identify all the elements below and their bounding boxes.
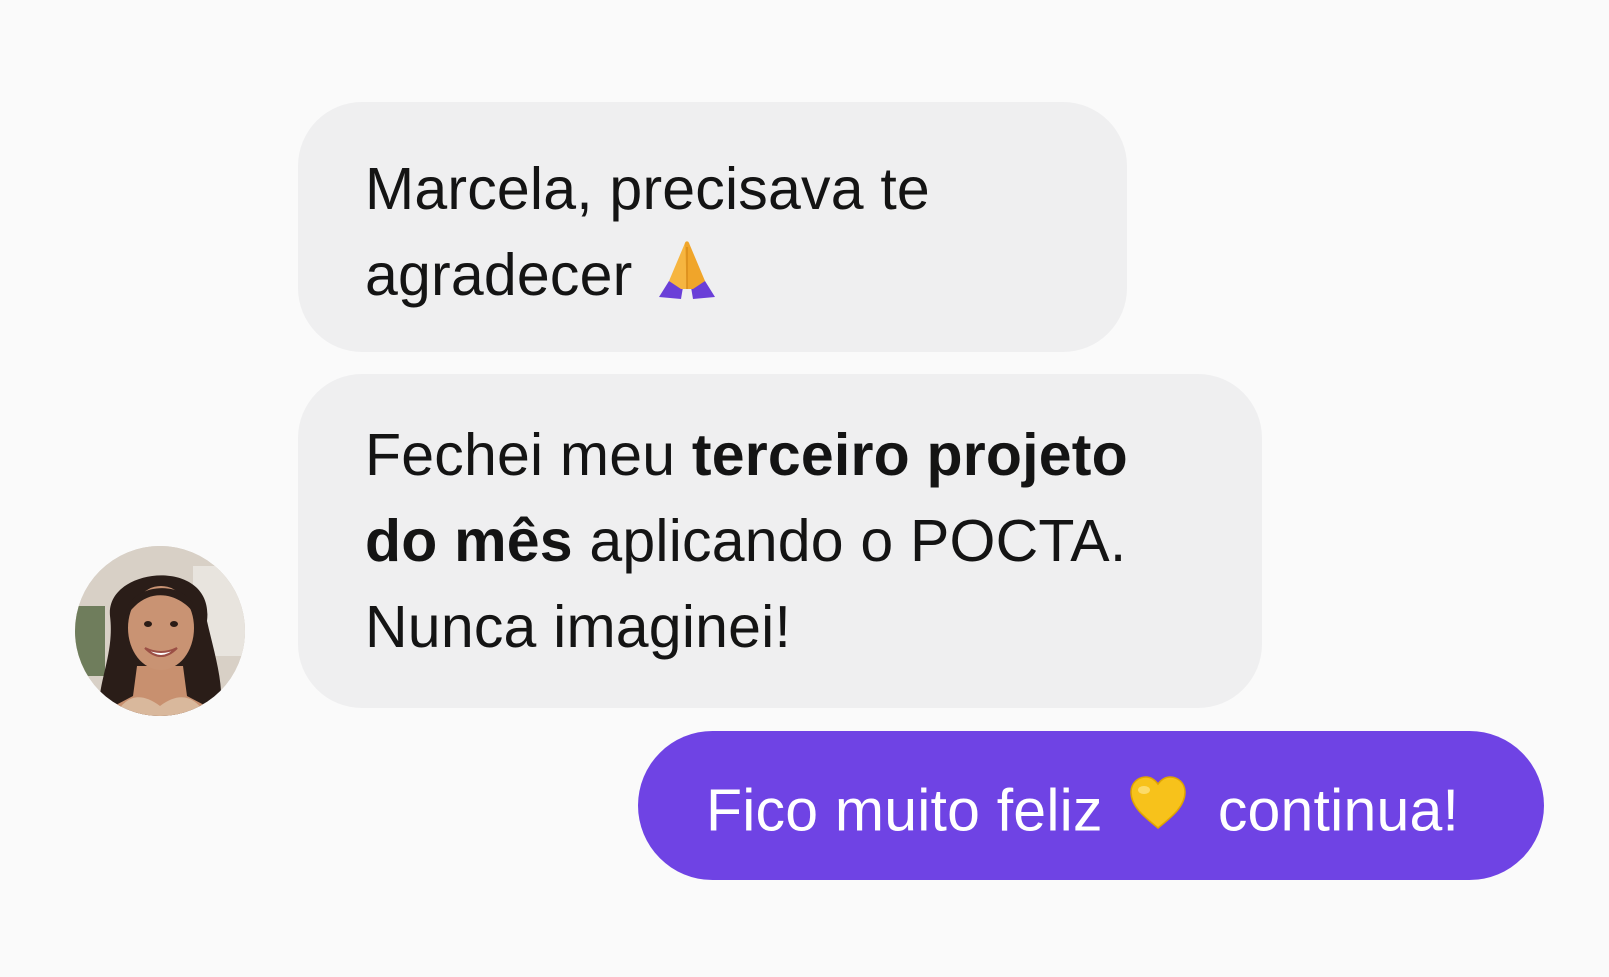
message-text: Marcela, precisava te (365, 156, 930, 222)
message-text: agradecer (365, 242, 633, 308)
incoming-message-1[interactable]: Marcela, precisava te agradecer (298, 102, 1127, 352)
incoming-message-2[interactable]: Fechei meu terceiro projeto do mês aplic… (298, 374, 1262, 708)
outgoing-message[interactable]: Fico muito feliz continua! (638, 731, 1544, 880)
message-text: Nunca imaginei! (365, 594, 792, 660)
contact-avatar[interactable] (75, 546, 245, 716)
message-line: Marcela, precisava te (365, 146, 1087, 232)
message-line: do mês aplicando o POCTA. (365, 498, 1222, 584)
message-line: Fechei meu terceiro projeto (365, 412, 1222, 498)
message-line: agradecer (365, 232, 1087, 324)
message-bold-text: terceiro projeto (691, 422, 1128, 488)
message-text: continua! (1217, 777, 1460, 844)
message-text: aplicando o POCTA. (572, 508, 1127, 574)
message-text: Fechei meu (365, 422, 692, 488)
avatar-photo (75, 546, 245, 716)
yellow-heart-icon (1129, 767, 1187, 853)
message-line: Nunca imaginei! (365, 584, 1222, 670)
chat-screen: Marcela, precisava te agradecer Fechei m… (0, 0, 1609, 977)
message-text: Fico muito feliz (706, 777, 1103, 844)
folded-hands-icon (655, 237, 719, 324)
message-bold-text: do mês (365, 508, 573, 574)
